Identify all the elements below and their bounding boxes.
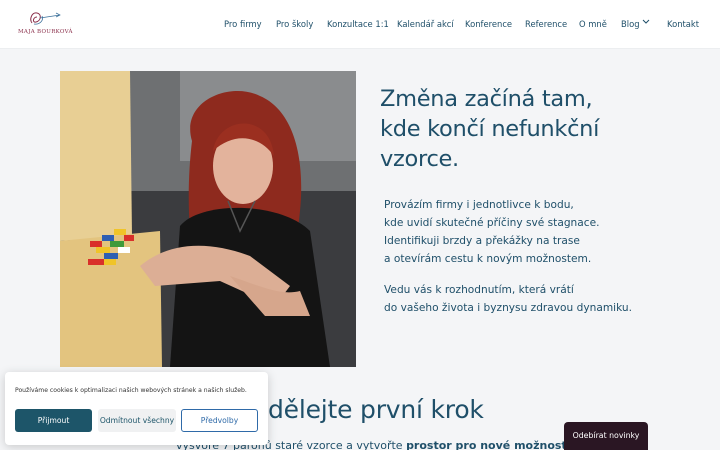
paragraph-line: do vašeho života i byznysu zdravou dynam… [384,302,632,314]
hero-paragraph-2: Vedu vás k rozhodnutím, která vrátí do v… [384,281,632,317]
nav-blog[interactable]: Blog [621,17,640,31]
hero-title-line: Změna začíná tam, [380,86,593,112]
subtitle-bold: prostor pro nové možnosti [406,439,571,450]
paragraph-line: a otevírám cestu k novým možnostem. [384,253,592,265]
nav-pro-skoly[interactable]: Pro školy [276,17,313,31]
section-title: dělejte první krok [268,395,484,424]
logo-swirl-icon [30,12,61,25]
nav-kalendar-akci[interactable]: Kalendář akcí [397,17,454,31]
paragraph-line: kde uvidí skutečné příčiny své stagnace. [384,217,600,229]
nav-konzultace[interactable]: Konzultace 1:1 [327,17,389,31]
hero-title-line: vzorce. [380,146,459,172]
cookie-banner: Používáme cookies k optimalizaci našich … [5,372,268,445]
nav-konference[interactable]: Konference [465,17,512,31]
nav-reference[interactable]: Reference [525,17,567,31]
paragraph-line: Vedu vás k rozhodnutím, která vrátí [384,284,574,296]
logo-text: MAJA BOURKOVÁ [18,29,73,35]
portrait-image [60,71,356,367]
site-header: MAJA BOURKOVÁ Pro firmy Pro školy Konzul… [0,0,720,49]
paragraph-line: Identifikuji brzdy a překážky na trase [384,235,580,247]
hero-title: Změna začíná tam, kde končí nefunkční vz… [380,84,630,174]
hero-title-line: kde končí nefunkční [380,116,600,142]
cookie-preferences-button[interactable]: Předvolby [181,409,258,432]
chevron-down-icon[interactable] [642,19,650,25]
hero-paragraph-1: Provázím firmy i jednotlivce k bodu, kde… [384,196,599,268]
nav-kontakt[interactable]: Kontakt [667,17,699,31]
cookie-accept-button[interactable]: Přijmout [15,409,92,432]
paragraph-line: Provázím firmy i jednotlivce k bodu, [384,199,574,211]
nav-pro-firmy[interactable]: Pro firmy [224,17,262,31]
cookie-deny-button[interactable]: Odmítnout všechny [98,409,176,432]
newsletter-button[interactable]: Odebírat novinky [564,422,648,450]
cookie-text: Používáme cookies k optimalizaci našich … [15,387,247,394]
site-logo[interactable]: MAJA BOURKOVÁ [14,9,73,39]
hero-photo [60,71,356,367]
nav-o-mne[interactable]: O mně [579,17,607,31]
